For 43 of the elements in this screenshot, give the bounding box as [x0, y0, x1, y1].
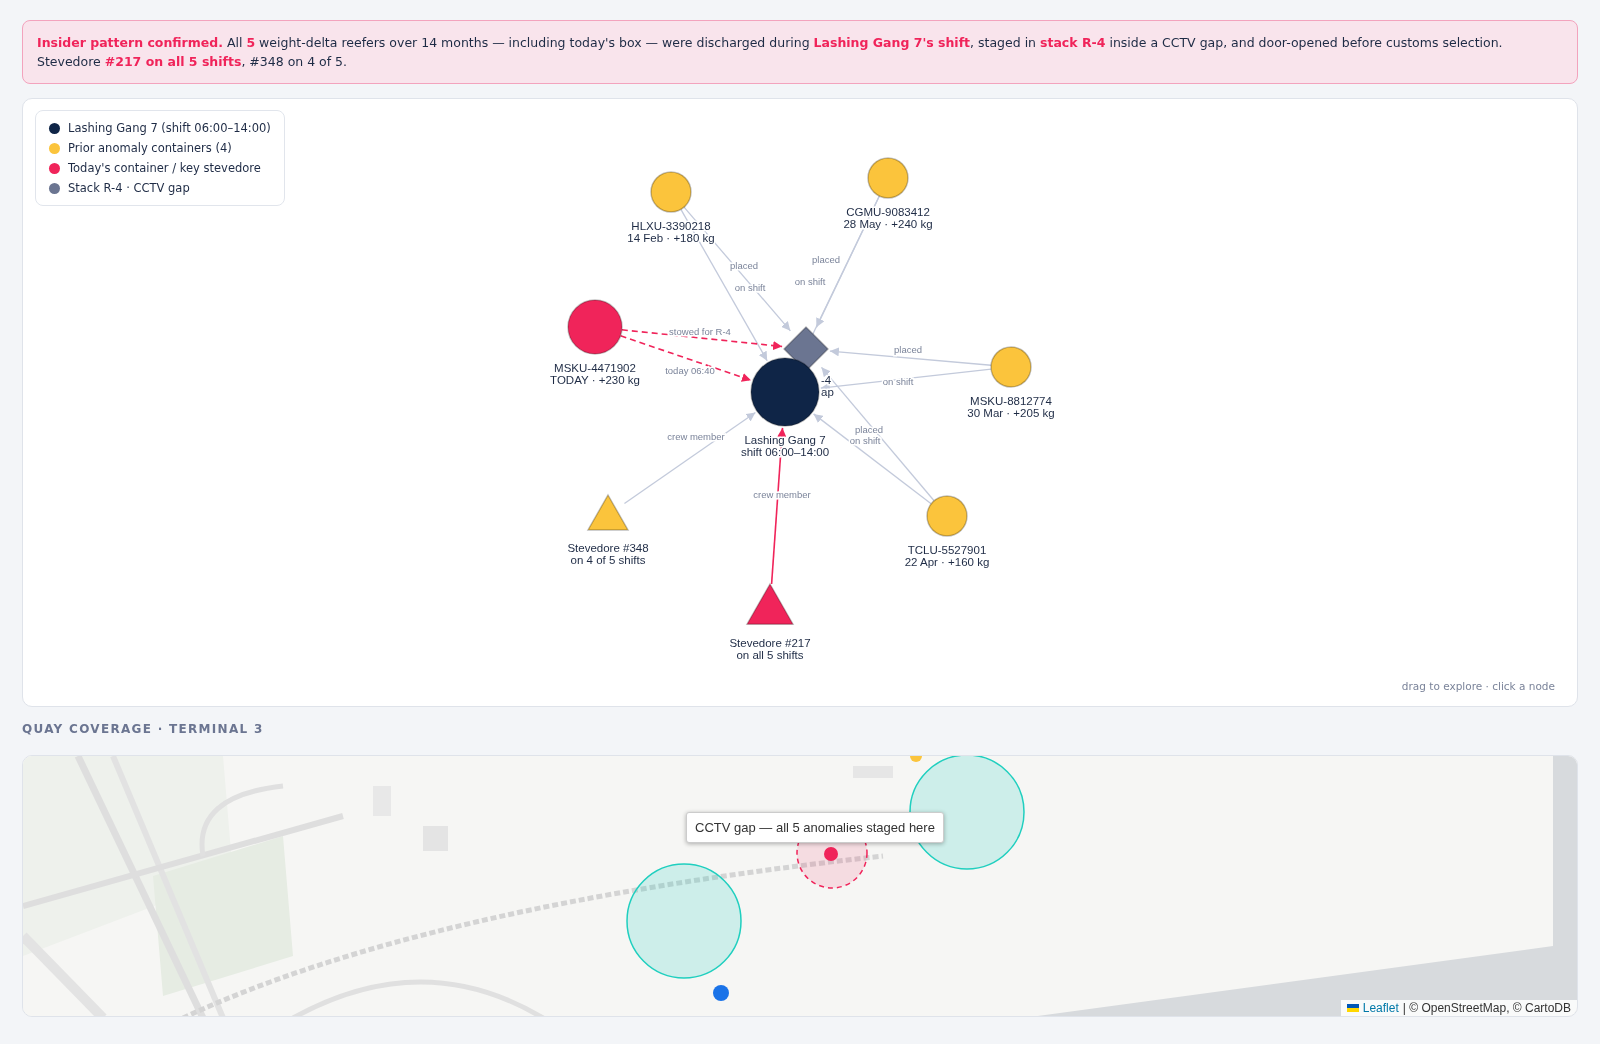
edge-label: on shift [794, 276, 826, 287]
crew-node[interactable] [750, 357, 820, 427]
container-node[interactable] [926, 495, 968, 537]
flag-icon [1346, 1004, 1359, 1012]
edge-label: placed [894, 344, 922, 355]
node-label: Stevedore #348 on 4 of 5 shifts [567, 542, 649, 566]
node-label: -4 ap [821, 374, 834, 398]
node-label: HLXU-3390218 14 Feb · +180 kg [627, 220, 715, 244]
edge-label: today 06:40 [665, 365, 715, 376]
map-marker[interactable] [713, 985, 729, 1001]
edge-label: stowed for R-4 [669, 326, 731, 337]
node-label: TCLU-5527901 22 Apr · +160 kg [904, 544, 990, 568]
container-node[interactable] [567, 299, 623, 355]
edge-label: on shift [849, 435, 881, 446]
alert-message: Insider pattern confirmed. All 5 weight-delta reefers over 14 months — including today's box — were discharged during Lashing Gang 7's shift, staged in stack R-4 inside a CCTV gap, and door-opened before customs selection. Stevedore #217 on all 5 shifts, #348 on 4 of 5. [22, 20, 1578, 84]
coverage-zone[interactable] [626, 863, 742, 979]
stevedore-node[interactable] [586, 493, 630, 531]
hint-text: drag to explore · click a node [1401, 680, 1555, 692]
edge-label: placed [730, 260, 758, 271]
container-node[interactable] [990, 346, 1032, 388]
edge-label: crew member [667, 431, 725, 442]
edge-label: placed [855, 424, 883, 435]
coverage-zone[interactable] [909, 756, 1025, 870]
map-marker[interactable] [824, 847, 838, 861]
leaflet-link[interactable]: Leaflet [1362, 1001, 1399, 1015]
map-marker[interactable] [910, 756, 922, 762]
node-label: MSKU-4471902 TODAY · +230 kg [550, 362, 640, 386]
legend-label: Stack R-4 · CCTV gap [68, 181, 190, 195]
container-node[interactable] [650, 171, 692, 213]
legend-label: Lashing Gang 7 (shift 06:00–14:00) [68, 121, 271, 135]
edge-label: placed [812, 254, 840, 265]
attribution-text: | © OpenStreetMap, © CartoDB [1402, 1001, 1571, 1015]
node-label: CGMU-9083412 28 May · +240 kg [843, 206, 933, 230]
container-node[interactable] [867, 157, 909, 199]
node-label: Stevedore #217 on all 5 shifts [729, 637, 811, 661]
edge-label: on shift [734, 282, 766, 293]
section-title: QUAY COVERAGE · TERMINAL 3 [22, 722, 264, 736]
map-tooltip: CCTV gap — all 5 anomalies staged here [686, 812, 944, 843]
legend-label: Today's container / key stevedore [68, 161, 261, 175]
legend-label: Prior anomaly containers (4) [68, 141, 232, 155]
node-label: MSKU-8812774 30 Mar · +205 kg [967, 395, 1055, 419]
edge-label: on shift [882, 376, 914, 387]
stevedore-node[interactable] [745, 582, 795, 625]
